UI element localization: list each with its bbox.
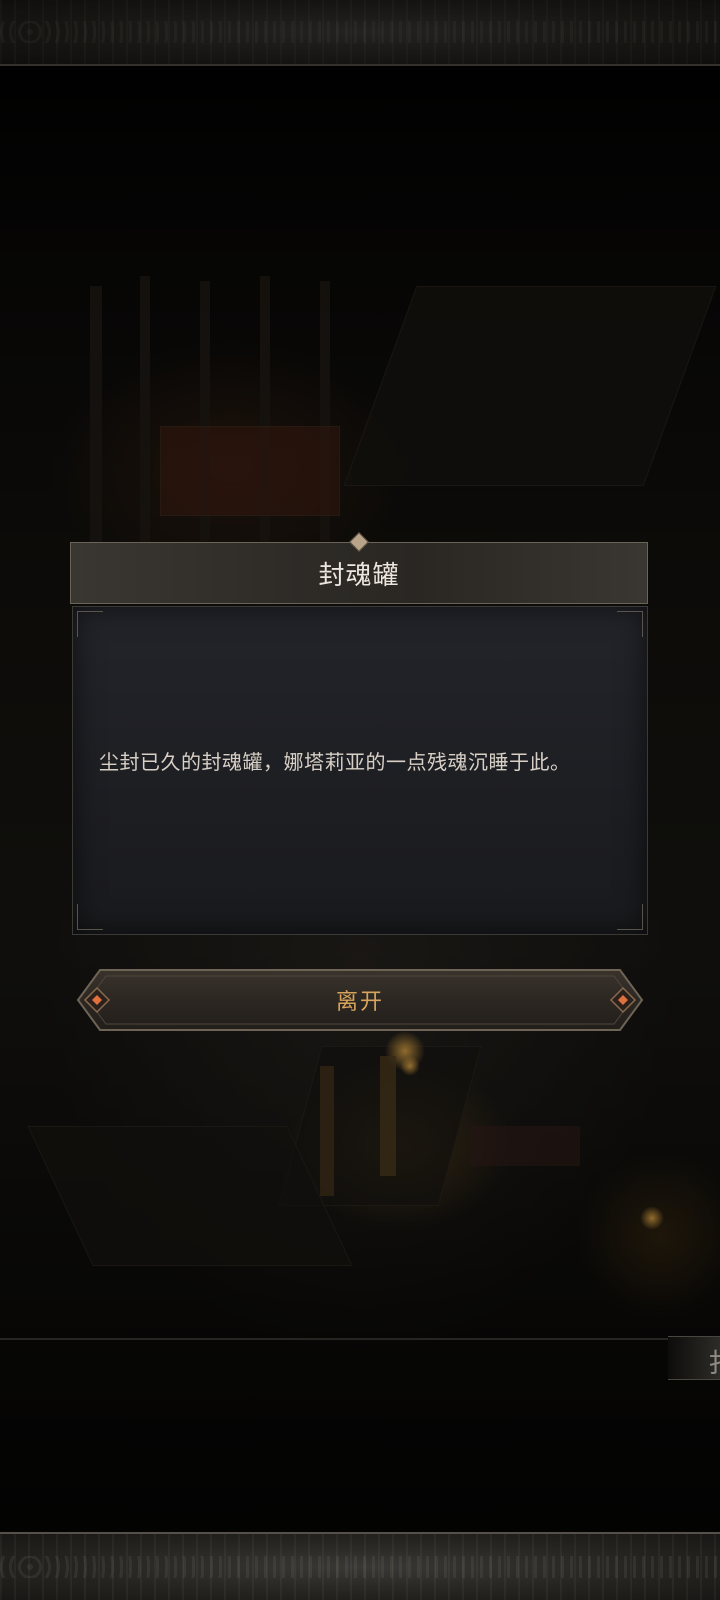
- corner-ornament-icon: [77, 904, 103, 930]
- bottom-frame-ornament: [0, 1556, 720, 1578]
- dialog-body: 尘封已久的封魂罐，娜塔莉亚的一点残魂沉睡于此。: [72, 606, 648, 935]
- leave-button[interactable]: 离开: [76, 968, 644, 1032]
- edge-tab[interactable]: 扌: [668, 1336, 720, 1380]
- item-dialog: 封魂罐 尘封已久的封魂罐，娜塔莉亚的一点残魂沉睡于此。: [70, 532, 648, 935]
- dialog-title-bar: 封魂罐: [70, 532, 648, 604]
- dialog-title: 封魂罐: [318, 560, 400, 591]
- edge-tab-label: 扌: [708, 1343, 720, 1380]
- corner-ornament-icon: [617, 904, 643, 930]
- bottom-frame-decoration: [0, 1532, 720, 1600]
- corner-ornament-icon: [77, 611, 103, 637]
- leave-button-label: 离开: [335, 990, 384, 1015]
- dialog-description: 尘封已久的封魂罐，娜塔莉亚的一点残魂沉睡于此。: [99, 750, 571, 774]
- corner-ornament-icon: [617, 611, 643, 637]
- divider-line: [0, 1338, 668, 1340]
